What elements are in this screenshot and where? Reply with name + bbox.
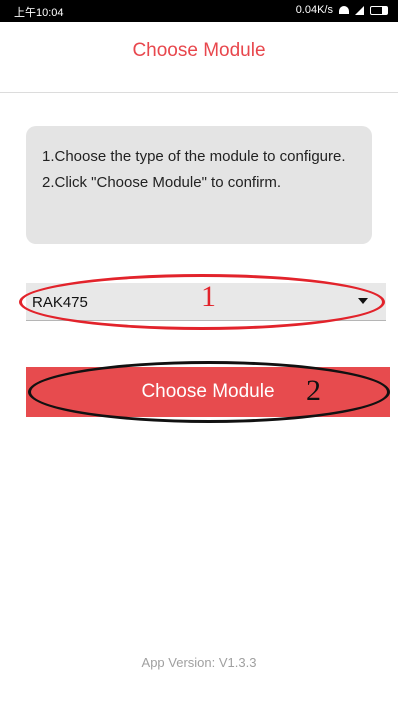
status-time: 上午10:04	[14, 7, 64, 19]
page-title: Choose Module	[132, 40, 266, 61]
network-speed: 0.04K/s	[295, 4, 333, 16]
module-select[interactable]: RAK475	[26, 283, 386, 321]
instructions-panel: 1.Choose the type of the module to confi…	[26, 126, 372, 244]
instruction-step-2: 2.Click "Choose Module" to confirm.	[42, 174, 282, 191]
chevron-down-icon	[358, 298, 368, 304]
choose-module-button[interactable]: Choose Module	[26, 367, 390, 417]
battery-icon	[370, 5, 388, 15]
instruction-step-1: 1.Choose the type of the module to confi…	[42, 148, 346, 165]
status-bar: 上午10:04 0.04K/s	[0, 0, 398, 22]
title-divider	[0, 92, 398, 93]
status-indicators: 0.04K/s	[296, 4, 388, 16]
wifi-icon	[339, 6, 349, 14]
module-select-value: RAK475	[32, 294, 88, 311]
signal-icon	[355, 5, 364, 15]
app-version: App Version: V1.3.3	[141, 655, 257, 670]
